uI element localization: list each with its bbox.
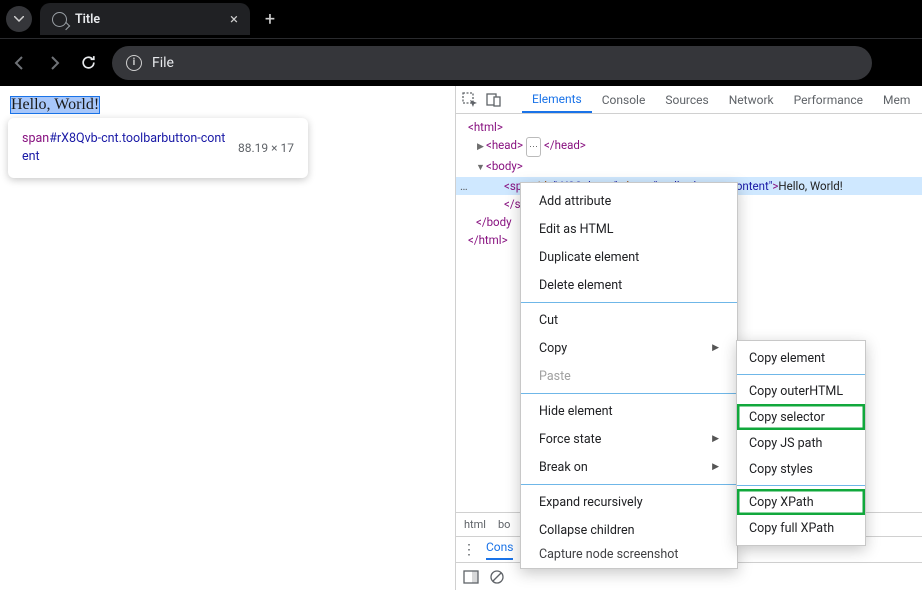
submenu-item[interactable]: Copy XPath bbox=[737, 489, 865, 515]
close-tab-icon[interactable]: × bbox=[230, 10, 238, 28]
menu-separator bbox=[737, 374, 865, 375]
submenu-item[interactable]: Copy outerHTML bbox=[737, 378, 865, 404]
menu-item[interactable]: Duplicate element bbox=[521, 243, 737, 271]
crumb-html[interactable]: html bbox=[464, 518, 486, 531]
tab-memory[interactable]: Mem bbox=[873, 86, 920, 113]
crumb-body[interactable]: bo bbox=[498, 518, 510, 531]
menu-item[interactable]: Capture node screenshot bbox=[521, 544, 737, 564]
tab-strip: Title × + bbox=[0, 0, 922, 38]
menu-separator bbox=[521, 484, 737, 485]
context-submenu-copy[interactable]: Copy elementCopy outerHTMLCopy selectorC… bbox=[736, 340, 866, 546]
device-toolbar-icon[interactable] bbox=[486, 91, 502, 109]
tab-network[interactable]: Network bbox=[719, 86, 784, 113]
menu-separator bbox=[521, 302, 737, 303]
forward-button[interactable] bbox=[44, 53, 64, 73]
submenu-item[interactable]: Copy element bbox=[737, 345, 865, 371]
menu-item[interactable]: Expand recursively bbox=[521, 488, 737, 516]
clear-console-icon[interactable] bbox=[488, 568, 506, 586]
twisty-icon[interactable] bbox=[476, 159, 485, 177]
kebab-icon[interactable]: ⋮ bbox=[462, 542, 476, 558]
tab-console[interactable]: Console bbox=[592, 86, 656, 113]
new-tab-button[interactable]: + bbox=[258, 9, 282, 30]
page-hello-text: Hello, World! bbox=[10, 96, 100, 114]
reload-button[interactable] bbox=[78, 53, 98, 73]
menu-item[interactable]: Cut bbox=[521, 306, 737, 334]
back-button[interactable] bbox=[10, 53, 30, 73]
browser-chrome-top: Title × + i File bbox=[0, 0, 922, 86]
tab-performance[interactable]: Performance bbox=[784, 86, 873, 113]
globe-icon bbox=[52, 12, 67, 27]
site-info-icon[interactable]: i bbox=[126, 55, 142, 71]
drawer-tab-console[interactable]: Cons bbox=[486, 540, 513, 560]
inspect-selector: span#rX8Qvb-cnt.toolbarbutton-content bbox=[22, 130, 226, 166]
ellipsis-icon[interactable]: ⋯ bbox=[526, 137, 541, 157]
menu-item[interactable]: Edit as HTML bbox=[521, 215, 737, 243]
browser-toolbar: i File bbox=[0, 38, 922, 86]
address-bar[interactable]: i File bbox=[112, 46, 872, 80]
dock-side-icon[interactable] bbox=[462, 568, 480, 586]
address-bar-text: File bbox=[152, 55, 174, 71]
inspect-dimensions: 88.19 × 17 bbox=[238, 141, 294, 155]
menu-item[interactable]: Break on bbox=[521, 453, 737, 481]
submenu-item[interactable]: Copy styles bbox=[737, 456, 865, 482]
window-menu-caret[interactable] bbox=[6, 6, 32, 32]
menu-item[interactable]: Hide element bbox=[521, 397, 737, 425]
menu-item[interactable]: Force state bbox=[521, 425, 737, 453]
page-content-pane: Hello, World! span#rX8Qvb-cnt.toolbarbut… bbox=[0, 86, 455, 590]
submenu-item[interactable]: Copy JS path bbox=[737, 430, 865, 456]
tab-elements[interactable]: Elements bbox=[522, 86, 592, 113]
element-inspect-tooltip: span#rX8Qvb-cnt.toolbarbutton-content 88… bbox=[8, 118, 308, 178]
menu-item[interactable]: Copy bbox=[521, 334, 737, 362]
tab-title: Title bbox=[75, 12, 100, 27]
menu-item: Paste bbox=[521, 362, 737, 390]
menu-item[interactable]: Delete element bbox=[521, 271, 737, 299]
tab-sources[interactable]: Sources bbox=[655, 86, 718, 113]
submenu-item[interactable]: Copy selector bbox=[737, 404, 865, 430]
devtools-tabs: Elements Console Sources Network Perform… bbox=[522, 86, 920, 113]
browser-tab[interactable]: Title × bbox=[40, 3, 250, 35]
menu-separator bbox=[521, 393, 737, 394]
menu-item[interactable]: Collapse children bbox=[521, 516, 737, 544]
menu-separator bbox=[737, 485, 865, 486]
context-menu[interactable]: Add attributeEdit as HTMLDuplicate eleme… bbox=[520, 182, 738, 569]
twisty-icon[interactable] bbox=[476, 138, 485, 156]
inspect-element-icon[interactable] bbox=[462, 91, 478, 109]
submenu-item[interactable]: Copy full XPath bbox=[737, 515, 865, 541]
menu-item[interactable]: Add attribute bbox=[521, 187, 737, 215]
devtools-header: Elements Console Sources Network Perform… bbox=[456, 86, 922, 114]
